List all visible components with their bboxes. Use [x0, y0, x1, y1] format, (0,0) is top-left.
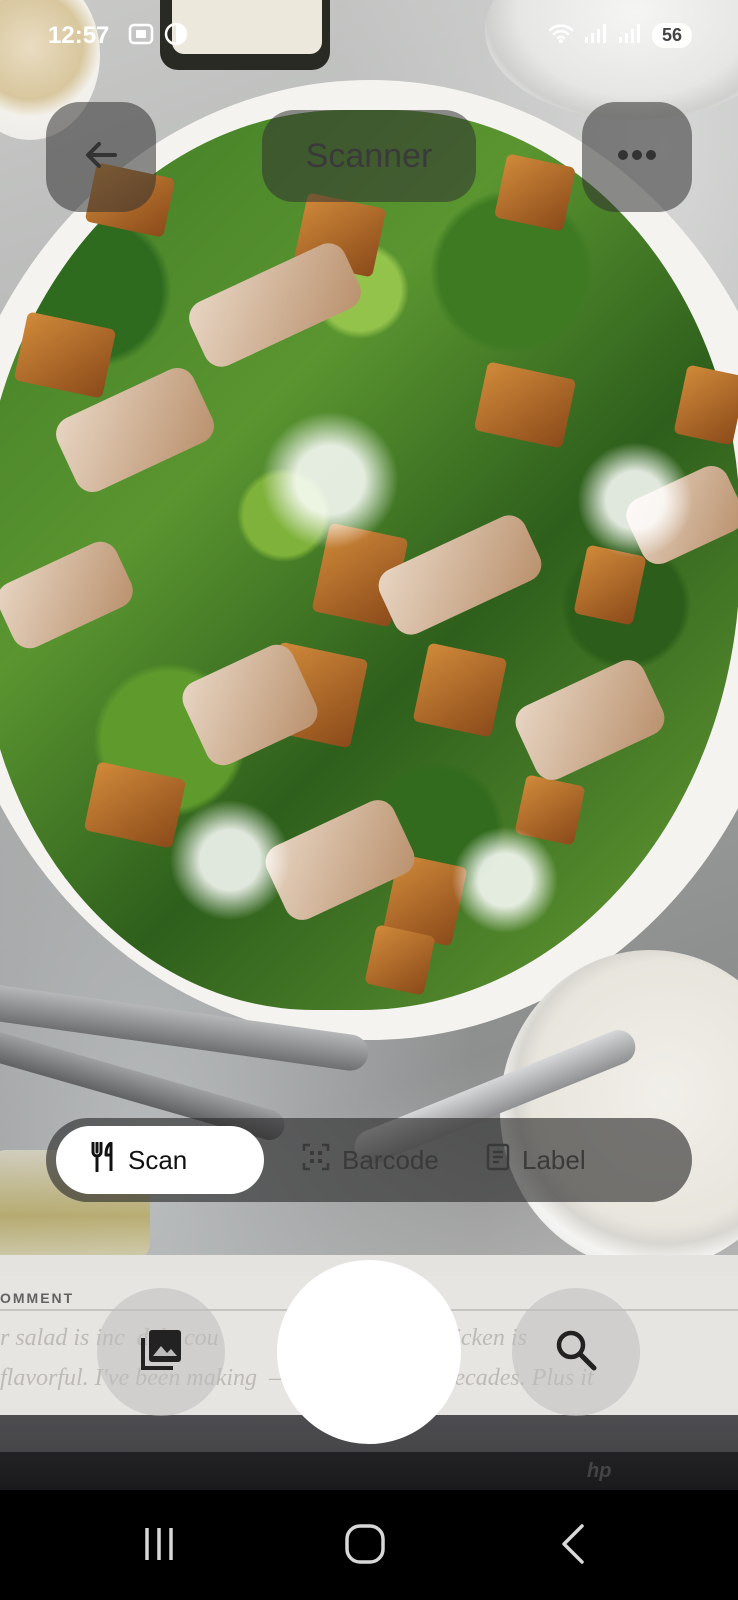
back-button[interactable] — [46, 102, 156, 212]
screenshot-icon — [128, 22, 154, 51]
dark-mode-icon — [164, 22, 188, 51]
gallery-button[interactable] — [97, 1288, 225, 1416]
chevron-left-icon — [558, 1523, 588, 1570]
home-button[interactable] — [320, 1516, 410, 1576]
parmesan — [440, 820, 570, 940]
search-icon — [554, 1328, 598, 1377]
page-title: Scanner — [262, 110, 476, 202]
shutter-button[interactable] — [277, 1260, 461, 1444]
barcode-scan-icon — [302, 1143, 330, 1178]
mode-label-label: Label — [522, 1144, 586, 1175]
system-back-button[interactable] — [528, 1516, 618, 1576]
battery-level: 56 — [651, 23, 692, 48]
laptop-logo: hp — [587, 1460, 612, 1482]
fork-knife-icon — [90, 1141, 116, 1179]
mode-label-button[interactable]: Label — [486, 1126, 676, 1194]
parmesan — [240, 410, 420, 550]
status-icons-left — [128, 22, 188, 51]
status-bar: 12:57 56 — [0, 0, 738, 72]
parmesan — [560, 440, 710, 560]
crouton — [364, 924, 436, 996]
back-arrow-icon — [81, 135, 121, 180]
gallery-icon — [137, 1326, 185, 1379]
status-icons-right: 56 — [548, 22, 692, 49]
page-title-text: Scanner — [305, 136, 433, 175]
mode-scan-label: Scan — [128, 1144, 188, 1175]
system-navigation-bar — [0, 1490, 738, 1600]
home-icon — [344, 1523, 386, 1570]
crouton — [412, 642, 508, 738]
mode-scan-button[interactable]: Scan — [56, 1126, 264, 1194]
label-document-icon — [486, 1143, 510, 1178]
mode-barcode-button[interactable]: Barcode — [282, 1126, 482, 1194]
more-dots-icon — [617, 148, 657, 166]
recent-apps-icon — [139, 1524, 179, 1569]
mode-barcode-label: Barcode — [342, 1144, 439, 1175]
status-time: 12:57 — [48, 22, 110, 49]
recent-apps-button[interactable] — [114, 1516, 204, 1576]
parmesan — [150, 800, 310, 920]
scan-mode-selector: Scan Barcode Label — [46, 1118, 692, 1202]
search-button[interactable] — [512, 1288, 640, 1416]
signal-icon — [584, 22, 608, 49]
more-options-button[interactable] — [582, 102, 692, 212]
wifi-icon — [548, 22, 574, 49]
signal-icon — [618, 22, 642, 49]
